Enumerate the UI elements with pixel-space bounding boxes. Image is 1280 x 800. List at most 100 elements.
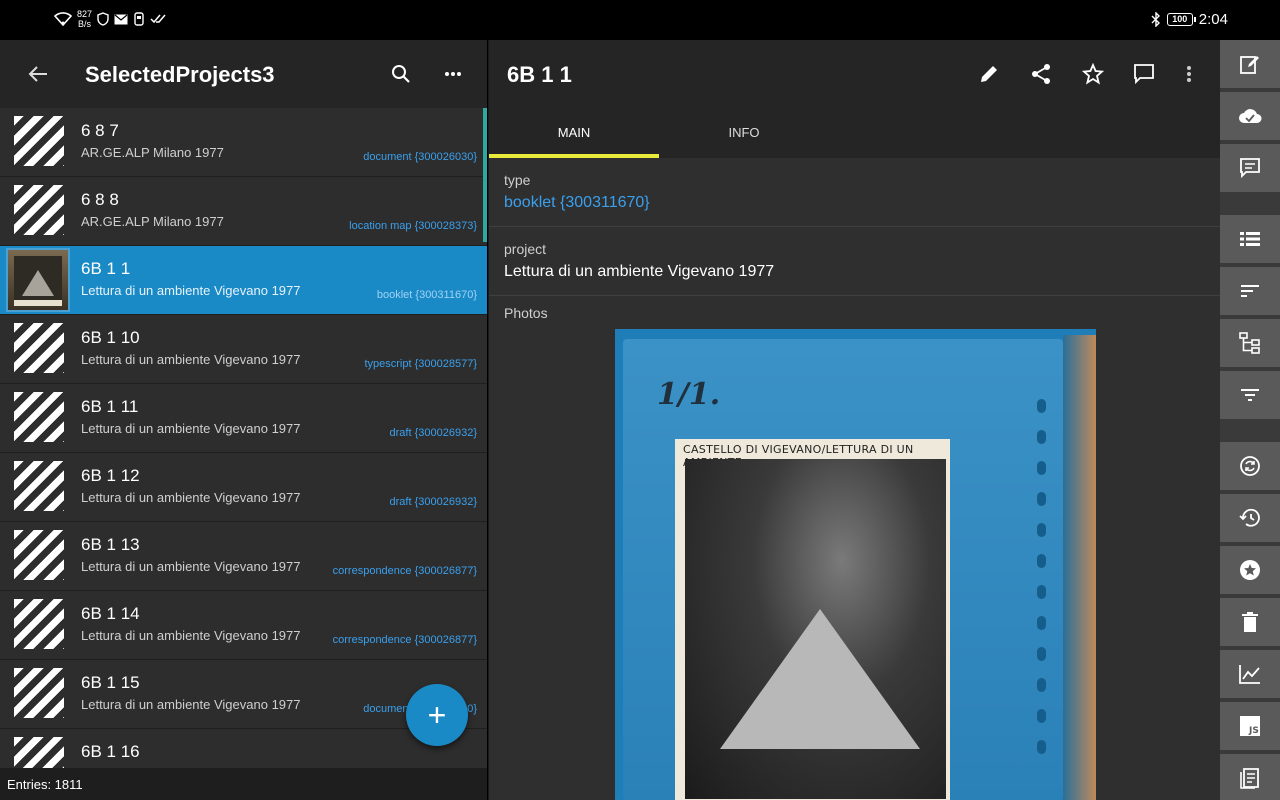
filter-button[interactable] — [1220, 371, 1280, 421]
photos-label: Photos — [504, 305, 548, 321]
list-item[interactable]: 6B 1 12 Lettura di un ambiente Vigevano … — [0, 453, 487, 522]
punch-holes — [1037, 399, 1051, 799]
list-item[interactable]: 6B 1 14 Lettura di un ambiente Vigevano … — [0, 591, 487, 660]
item-type: correspondence {300026877} — [332, 634, 477, 646]
sync-icon — [1239, 455, 1261, 477]
list-title: SelectedProjects3 — [85, 62, 275, 87]
more-vertical-icon[interactable] — [1177, 62, 1201, 86]
share-icon[interactable] — [1029, 62, 1053, 86]
item-type: correspondence {300026877} — [332, 565, 477, 577]
filter-icon — [1240, 388, 1260, 402]
placeholder-thumbnail — [14, 185, 64, 235]
list-item[interactable]: 6B 1 11 Lettura di un ambiente Vigevano … — [0, 384, 487, 453]
document-icon — [1240, 767, 1260, 789]
javascript-button[interactable]: JS — [1220, 702, 1280, 752]
comment-icon[interactable] — [1132, 62, 1156, 86]
comments-button[interactable] — [1220, 144, 1280, 194]
item-subtitle: Lettura di un ambiente Vigevano 1977 — [81, 283, 301, 298]
item-title: 6B 1 14 — [81, 604, 140, 623]
list-scrollbar[interactable] — [483, 108, 487, 242]
back-arrow-icon[interactable] — [26, 62, 50, 86]
type-field: type booklet {300311670} — [489, 158, 1220, 227]
list-view-button[interactable] — [1220, 215, 1280, 265]
hierarchy-button[interactable] — [1220, 319, 1280, 369]
notification-app-icon — [133, 12, 145, 26]
placeholder-thumbnail — [14, 116, 64, 166]
list-item-selected[interactable]: 6B 1 1 Lettura di un ambiente Vigevano 1… — [0, 246, 487, 315]
message-icon — [1239, 157, 1261, 179]
placeholder-thumbnail — [14, 530, 64, 580]
detail-toolbar: 6B 1 1 — [489, 40, 1220, 108]
history-button[interactable] — [1220, 494, 1280, 544]
item-type: draft {300026932} — [389, 427, 477, 439]
more-horizontal-icon[interactable] — [441, 62, 465, 86]
booklet-image — [685, 459, 946, 799]
item-title: 6 8 8 — [81, 190, 119, 209]
sort-icon — [1240, 284, 1260, 298]
tab-info[interactable]: INFO — [659, 108, 829, 158]
list-item[interactable]: 6 8 7 AR.GE.ALP Milano 1977 document {30… — [0, 108, 487, 177]
placeholder-thumbnail — [14, 599, 64, 649]
list-item[interactable]: 6B 1 10 Lettura di un ambiente Vigevano … — [0, 315, 487, 384]
item-type: booklet {300311670} — [376, 289, 477, 301]
record-list[interactable]: 6 8 7 AR.GE.ALP Milano 1977 document {30… — [0, 108, 487, 768]
net-speed: 827 B/s — [77, 9, 93, 29]
status-icons-right: 100 2:04 — [1151, 11, 1228, 28]
report-button[interactable] — [1220, 754, 1280, 800]
project-field: project Lettura di un ambiente Vigevano … — [489, 227, 1220, 296]
clock: 2:04 — [1198, 11, 1228, 28]
hierarchy-icon — [1239, 332, 1261, 354]
list-view-icon — [1240, 231, 1260, 247]
item-title: 6B 1 16 — [81, 742, 140, 761]
placeholder-thumbnail — [14, 392, 64, 442]
history-icon — [1239, 508, 1261, 528]
edit-note-button[interactable] — [1220, 40, 1280, 90]
star-outline-icon[interactable] — [1081, 62, 1105, 86]
placeholder-thumbnail — [14, 668, 64, 718]
star-circle-icon — [1239, 559, 1261, 581]
item-title: 6B 1 15 — [81, 673, 140, 692]
check-double-icon — [150, 13, 166, 25]
edit-note-icon — [1239, 53, 1261, 75]
item-type: draft {300026932} — [389, 496, 477, 508]
sort-button[interactable] — [1220, 267, 1280, 317]
placeholder-thumbnail — [14, 737, 64, 768]
item-subtitle: Lettura di un ambiente Vigevano 1977 — [81, 421, 301, 436]
favorites-button[interactable] — [1220, 546, 1280, 596]
list-panel: SelectedProjects3 6 8 7 AR.GE.ALP Milano… — [0, 40, 487, 800]
cloud-check-icon — [1238, 107, 1262, 125]
item-title: 6B 1 13 — [81, 535, 140, 554]
item-type: typescript {300028577} — [364, 358, 477, 370]
placeholder-thumbnail — [14, 323, 64, 373]
charts-button[interactable] — [1220, 650, 1280, 700]
list-toolbar: SelectedProjects3 — [0, 40, 487, 108]
handwritten-note: 1/1. — [657, 377, 721, 412]
item-title: 6B 1 11 — [81, 397, 139, 416]
cloud-sync-button[interactable] — [1220, 92, 1280, 142]
record-photo[interactable]: 1/1. CASTELLO DI VIGEVANO/LETTURA DI UN … — [615, 329, 1096, 800]
item-title: 6 8 7 — [81, 121, 119, 140]
list-item[interactable]: 6 8 8 AR.GE.ALP Milano 1977 location map… — [0, 177, 487, 246]
list-item[interactable]: 6B 1 13 Lettura di un ambiente Vigevano … — [0, 522, 487, 591]
item-title: 6B 1 12 — [81, 466, 140, 485]
item-type: document {300026030} — [363, 151, 477, 163]
detail-title: 6B 1 1 — [507, 62, 572, 87]
item-title: 6B 1 1 — [81, 259, 131, 278]
sync-button[interactable] — [1220, 442, 1280, 492]
javascript-icon: JS — [1240, 716, 1260, 736]
edit-icon[interactable] — [977, 62, 1001, 86]
item-subtitle: Lettura di un ambiente Vigevano 1977 — [81, 490, 301, 505]
search-icon[interactable] — [389, 62, 413, 86]
chart-line-icon — [1239, 664, 1261, 684]
type-value-link[interactable]: booklet {300311670} — [504, 194, 1205, 212]
status-icons-left: 827 B/s — [54, 9, 166, 29]
photo-thumbnail — [6, 248, 70, 312]
booklet-cover: CASTELLO DI VIGEVANO/LETTURA DI UN AMBIE… — [675, 439, 950, 800]
delete-button[interactable] — [1220, 598, 1280, 648]
item-subtitle: Lettura di un ambiente Vigevano 1977 — [81, 697, 301, 712]
add-button[interactable]: + — [406, 684, 468, 746]
status-bar: 827 B/s 100 2:04 — [0, 0, 1280, 40]
pyramid-shape — [720, 609, 920, 749]
type-label: type — [504, 172, 531, 188]
tab-main[interactable]: MAIN — [489, 108, 659, 158]
